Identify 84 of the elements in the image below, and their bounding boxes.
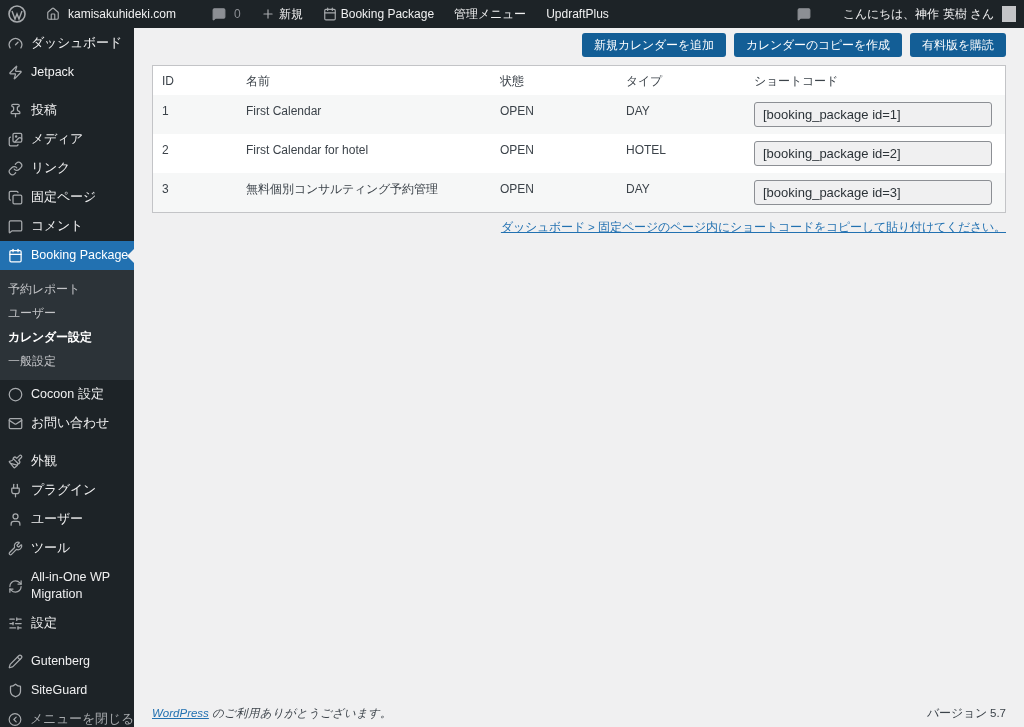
table-cell-text: 2 bbox=[162, 142, 170, 159]
sidebar-item[interactable]: Booking Package bbox=[0, 241, 134, 270]
avatar-icon bbox=[1002, 6, 1016, 22]
shortcode-field[interactable]: [booking_package id=2] bbox=[754, 141, 992, 166]
circle-icon bbox=[8, 387, 23, 402]
sidebar-item[interactable]: プラグイン bbox=[0, 476, 134, 505]
plug-icon bbox=[8, 483, 23, 498]
column-header: ショートコード bbox=[754, 72, 839, 90]
sidebar-item[interactable]: メディア bbox=[0, 125, 134, 154]
wrench-icon bbox=[8, 541, 23, 556]
calendar-icon bbox=[8, 248, 23, 263]
column-header: ID bbox=[162, 72, 175, 90]
plugin-link[interactable]: Booking Package bbox=[322, 5, 435, 23]
footer-text: WordPress のご利用ありがとうございます。 bbox=[152, 705, 393, 721]
refresh-icon bbox=[8, 578, 23, 594]
sidebar-item[interactable]: 設定 bbox=[0, 609, 134, 638]
submenu-item[interactable]: 予約レポート bbox=[0, 277, 134, 301]
shortcode-field[interactable]: [booking_package id=1] bbox=[754, 102, 992, 127]
pencil-icon bbox=[8, 654, 23, 669]
bolt-icon bbox=[8, 65, 23, 80]
sidebar-item[interactable]: 固定ページ bbox=[0, 183, 134, 212]
sidebar-item[interactable]: リンク bbox=[0, 154, 134, 183]
shortcode-field[interactable]: [booking_package id=3] bbox=[754, 180, 992, 205]
sidebar-item[interactable]: お問い合わせ bbox=[0, 409, 134, 438]
table-cell-text: OPEN bbox=[500, 103, 535, 120]
table-cell-text: 3 bbox=[162, 181, 170, 198]
sidebar-item[interactable]: コメント bbox=[0, 212, 134, 241]
sidebar-item[interactable]: 投稿 bbox=[0, 96, 134, 125]
submenu-item[interactable]: カレンダー設定 bbox=[0, 325, 134, 349]
sliders-icon bbox=[8, 616, 23, 631]
sidebar-item[interactable]: ユーザー bbox=[0, 505, 134, 534]
table-cell-text: OPEN bbox=[500, 142, 535, 159]
column-header: 名前 bbox=[246, 72, 271, 90]
link-icon bbox=[8, 161, 23, 176]
action-button[interactable]: カレンダーのコピーを作成 bbox=[734, 33, 902, 57]
table-cell-text: 無料個別コンサルティング予約管理 bbox=[246, 181, 439, 198]
comment-icon bbox=[212, 7, 227, 21]
table-cell-text: First Calendar bbox=[246, 103, 323, 120]
calendar-icon bbox=[322, 7, 337, 21]
new-link[interactable]: 新規 bbox=[260, 5, 303, 23]
user-icon bbox=[8, 512, 23, 527]
comments-link[interactable]: 0 bbox=[212, 5, 241, 23]
submenu-item[interactable]: 一般設定 bbox=[0, 349, 134, 373]
logo-icon bbox=[8, 5, 26, 23]
submenu-item[interactable]: ユーザー bbox=[0, 301, 134, 325]
backup-link[interactable]: UpdraftPlus bbox=[546, 5, 609, 23]
pages-icon bbox=[8, 190, 23, 205]
site-link[interactable]: kamisakuhideki.com bbox=[46, 5, 177, 23]
hint-link[interactable]: ダッシュボード > 固定ページのページ内にショートコードをコピーして貼り付けてください。 bbox=[500, 219, 1006, 237]
collapse-menu[interactable]: メニューを閉じる bbox=[0, 705, 134, 727]
brush-icon bbox=[8, 454, 23, 469]
home-icon bbox=[46, 7, 60, 21]
notice-icon[interactable] bbox=[797, 7, 812, 21]
sidebar-item[interactable]: SiteGuard bbox=[0, 676, 134, 705]
gauge-icon bbox=[8, 36, 23, 51]
plus-icon bbox=[260, 7, 275, 21]
sidebar-item[interactable]: All-in-One WP Migration bbox=[0, 563, 134, 609]
table-cell-text: DAY bbox=[626, 181, 651, 198]
sidebar-item[interactable]: 外観 bbox=[0, 447, 134, 476]
table-cell-text: 1 bbox=[162, 103, 170, 120]
table-cell-text: HOTEL bbox=[626, 142, 667, 159]
column-header: タイプ bbox=[626, 72, 664, 90]
admin-menu-link[interactable]: 管理メニュー bbox=[454, 5, 527, 23]
images-icon bbox=[8, 132, 23, 147]
sidebar-item[interactable]: ツール bbox=[0, 534, 134, 563]
pointer-icon bbox=[127, 249, 134, 263]
sidebar-item[interactable]: Cocoon 設定 bbox=[0, 380, 134, 409]
shield-icon bbox=[8, 683, 23, 698]
action-button[interactable]: 有料版を購読 bbox=[910, 33, 1006, 57]
account-link[interactable]: こんにちは、神作 英樹 さん bbox=[843, 5, 994, 23]
table-cell-text: DAY bbox=[626, 103, 651, 120]
mail-icon bbox=[8, 416, 23, 431]
table-cell-text: First Calendar for hotel bbox=[246, 142, 370, 159]
version-text: バージョン 5.7 bbox=[926, 705, 1006, 721]
collapse-icon bbox=[8, 712, 22, 727]
action-button[interactable]: 新規カレンダーを追加 bbox=[582, 33, 726, 57]
sidebar-item[interactable]: Gutenberg bbox=[0, 647, 134, 676]
comment-icon bbox=[8, 219, 23, 234]
wordpress-link[interactable]: WordPress bbox=[152, 706, 209, 719]
sidebar-item[interactable]: ダッシュボード bbox=[0, 29, 134, 58]
sidebar-item[interactable]: Jetpack bbox=[0, 58, 134, 87]
column-header: 状態 bbox=[500, 72, 525, 90]
pin-icon bbox=[8, 103, 23, 118]
table-cell-text: OPEN bbox=[500, 181, 535, 198]
